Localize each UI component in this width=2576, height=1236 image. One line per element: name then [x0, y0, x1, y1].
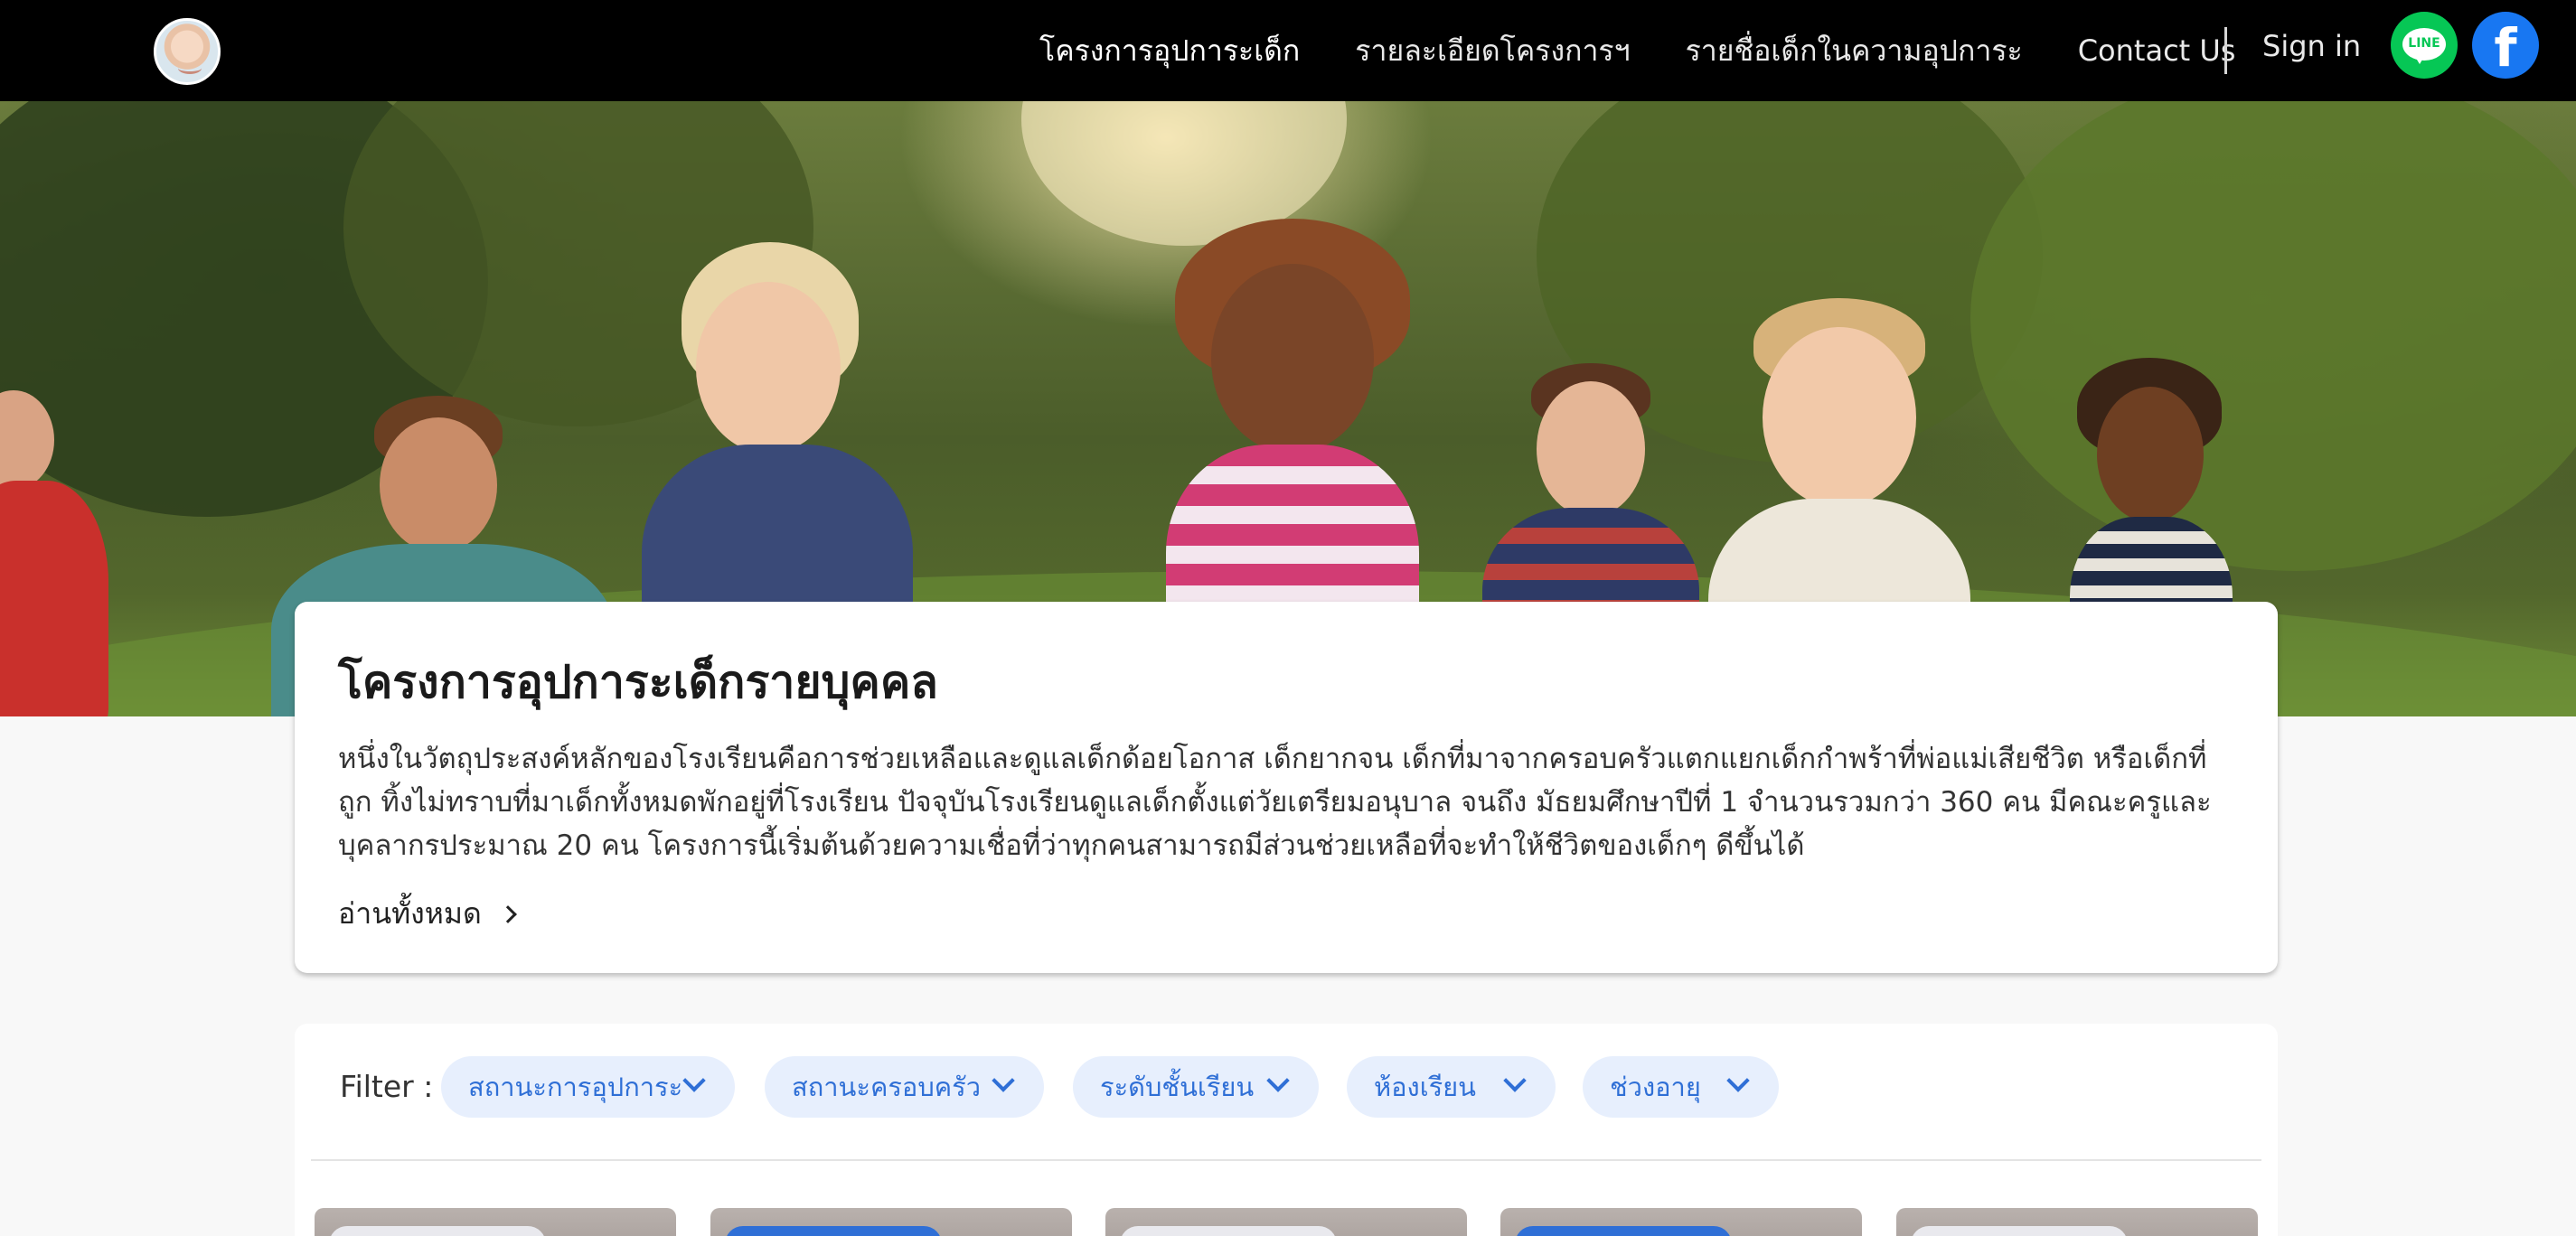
child-card[interactable] [1896, 1208, 2258, 1236]
page-title: โครงการอุปการะเด็กรายบุคคล [338, 656, 938, 708]
line-bubble-tail [2414, 55, 2425, 64]
status-badge [1120, 1226, 1337, 1236]
intro-description: หนึ่งในวัตถุประสงค์หลักของโรงเรียนคือการ… [338, 737, 2245, 867]
intro-line: บุคลากรประมาณ 20 คน โครงการนี้เริ่มต้นด้… [338, 829, 1805, 862]
filter-classroom[interactable]: ห้องเรียน [1347, 1056, 1556, 1118]
filter-chip-label: สถานะการอุปการะ [468, 1072, 683, 1102]
top-navbar: โครงการอุปการะเด็ก รายละเอียดโครงการฯ รา… [0, 0, 2576, 101]
filter-sponsorship-status[interactable]: สถานะการอุปการะ [441, 1056, 735, 1118]
filter-chip-label: สถานะครอบครัว [792, 1072, 982, 1102]
line-icon[interactable]: LINE [2391, 12, 2458, 79]
main-nav: โครงการอุปการะเด็ก รายละเอียดโครงการฯ รา… [1039, 27, 2290, 74]
filter-age-range[interactable]: ช่วงอายุ [1583, 1056, 1779, 1118]
nav-link-sponsorship[interactable]: โครงการอุปการะเด็ก [1039, 28, 1300, 74]
child-card[interactable] [710, 1208, 1072, 1236]
child-card[interactable] [1105, 1208, 1467, 1236]
filter-label: Filter : [340, 1069, 434, 1104]
filter-chip-label: ระดับชั้นเรียน [1100, 1072, 1255, 1102]
status-badge [1911, 1226, 2128, 1236]
filter-chip-label: ห้องเรียน [1374, 1072, 1476, 1102]
status-badge [329, 1226, 546, 1236]
read-more-label: อ่านทั้งหมด [338, 896, 482, 931]
chevron-right-icon [498, 904, 517, 923]
read-more-link[interactable]: อ่านทั้งหมด [338, 891, 517, 937]
nav-link-contact[interactable]: Contact Us [2078, 33, 2236, 68]
filter-chip-label: ช่วงอายุ [1610, 1072, 1701, 1102]
filter-family-status[interactable]: สถานะครอบครัว [765, 1056, 1044, 1118]
facebook-logo-text: f [2494, 17, 2517, 79]
facebook-icon[interactable]: f [2472, 12, 2539, 79]
logo[interactable] [154, 18, 221, 85]
filter-divider [311, 1159, 2261, 1161]
status-badge [1515, 1226, 1732, 1236]
nav-link-children-list[interactable]: รายชื่อเด็กในความอุปการะ [1686, 28, 2023, 74]
chevron-down-icon [992, 1069, 1015, 1092]
chevron-down-icon [1503, 1069, 1527, 1092]
child-card[interactable] [1500, 1208, 1862, 1236]
status-badge [725, 1226, 942, 1236]
chevron-down-icon [682, 1069, 706, 1092]
nav-divider [2224, 27, 2227, 74]
intro-line: ถูก ทิ้งไม่ทราบที่มาเด็กทั้งหมดพักอยู่ที… [338, 786, 2212, 819]
tree-foliage [1970, 101, 2576, 571]
intro-card: โครงการอุปการะเด็กรายบุคคล หนึ่งในวัตถุป… [295, 602, 2278, 973]
intro-line: หนึ่งในวัตถุประสงค์หลักของโรงเรียนคือการ… [338, 743, 2207, 775]
chevron-down-icon [1266, 1069, 1290, 1092]
line-logo-text: LINE [2408, 36, 2440, 51]
sign-in-link[interactable]: Sign in [2262, 29, 2361, 63]
child-card[interactable] [315, 1208, 676, 1236]
chevron-down-icon [1726, 1069, 1750, 1092]
nav-link-project-details[interactable]: รายละเอียดโครงการฯ [1355, 28, 1630, 74]
filter-grade-level[interactable]: ระดับชั้นเรียน [1073, 1056, 1319, 1118]
filter-panel: Filter : สถานะการอุปการะ สถานะครอบครัว ร… [295, 1024, 2278, 1236]
